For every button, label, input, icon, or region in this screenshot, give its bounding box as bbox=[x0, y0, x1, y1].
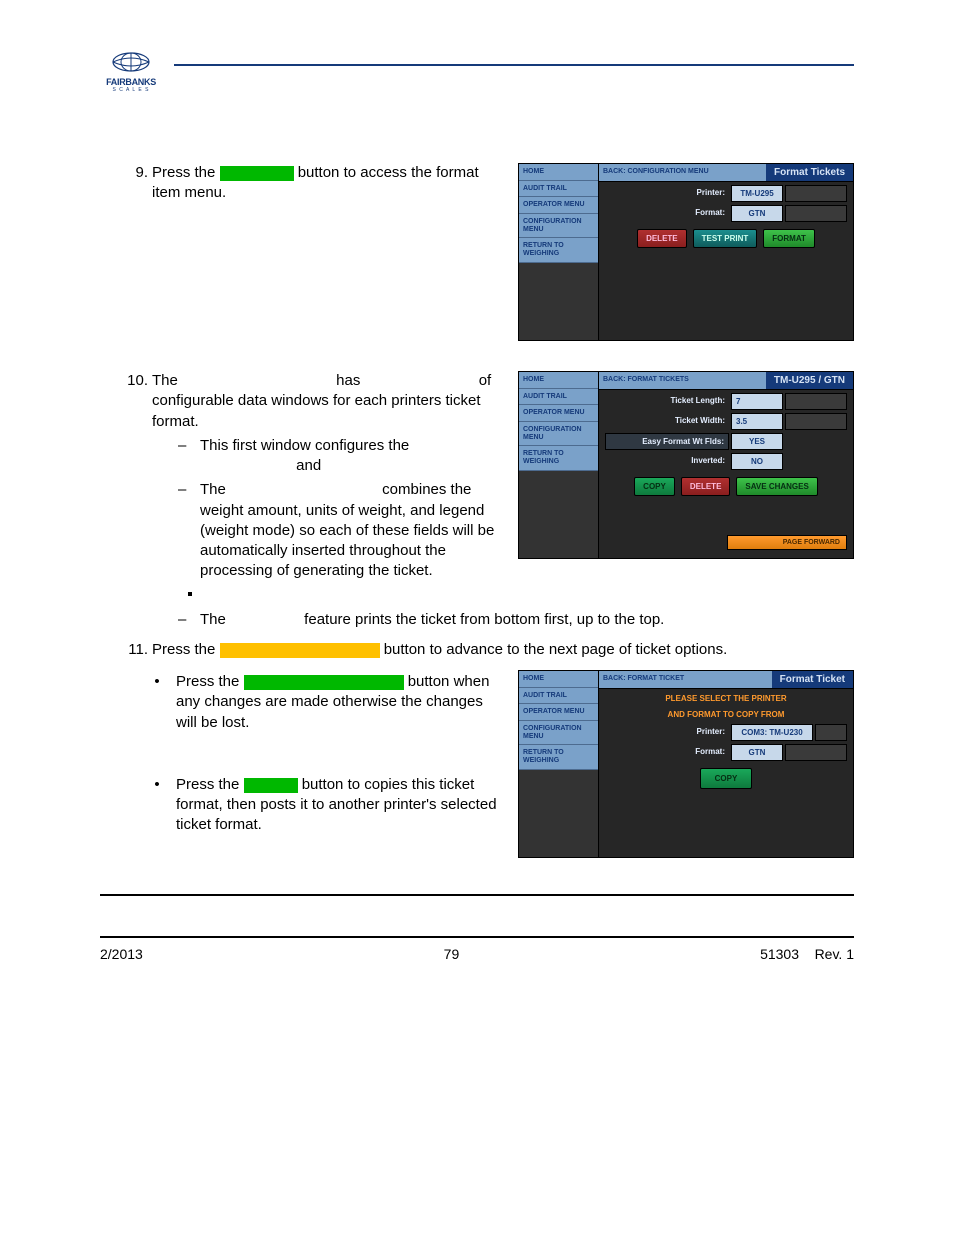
menu-operator[interactable]: OPERATOR MENU bbox=[519, 197, 598, 214]
easy-format-value[interactable]: YES bbox=[731, 433, 783, 450]
ticket-width-value[interactable]: 3.5 bbox=[731, 413, 783, 430]
step-10-sub-1: – This first window configures the and bbox=[178, 436, 502, 477]
format-label: Format: bbox=[605, 205, 729, 222]
printer-label: Printer: bbox=[605, 185, 729, 202]
globe-icon bbox=[109, 48, 153, 72]
step-10-sub-2: – The combines the weight amount, units … bbox=[178, 480, 502, 581]
screen-title: Format Ticket bbox=[772, 671, 853, 688]
width-spacer bbox=[785, 413, 847, 430]
format-button[interactable]: FORMAT bbox=[763, 229, 815, 248]
inverted-value[interactable]: NO bbox=[731, 453, 783, 470]
step-10-sub-3: – The feature prints the ticket from bot… bbox=[178, 610, 854, 630]
menu-configuration[interactable]: CONFIGURATION MENU bbox=[519, 422, 598, 446]
menu-home[interactable]: HOME bbox=[519, 671, 598, 688]
ticket-width-label: Ticket Width: bbox=[605, 413, 729, 430]
footer-doc: 51303 Rev. 1 bbox=[760, 946, 854, 962]
length-spacer bbox=[785, 393, 847, 410]
menu-operator[interactable]: OPERATOR MENU bbox=[519, 405, 598, 422]
format-spacer bbox=[785, 205, 847, 222]
back-button[interactable]: BACK: FORMAT TICKETS bbox=[599, 372, 766, 389]
bullet-save-changes: • Press the button when any changes are … bbox=[150, 672, 502, 733]
header-rule bbox=[174, 64, 854, 66]
printer-spacer bbox=[785, 185, 847, 202]
format-spacer bbox=[785, 744, 847, 761]
menu-return-weighing[interactable]: RETURN TO WEIGHING bbox=[519, 446, 598, 470]
printer-value[interactable]: COM3: TM-U230 bbox=[731, 724, 813, 741]
menu-home[interactable]: HOME bbox=[519, 372, 598, 389]
step-9: 9. Press the button to access the format… bbox=[118, 163, 502, 204]
menu-operator[interactable]: OPERATOR MENU bbox=[519, 704, 598, 721]
printer-spacer bbox=[815, 724, 847, 741]
step-11: 11. Press the button to advance to the n… bbox=[118, 640, 854, 660]
menu-configuration[interactable]: CONFIGURATION MENU bbox=[519, 721, 598, 745]
printer-value[interactable]: TM-U295 bbox=[731, 185, 783, 202]
menu-return-weighing[interactable]: RETURN TO WEIGHING bbox=[519, 238, 598, 262]
copy-msg-1: PLEASE SELECT THE PRINTER bbox=[605, 692, 847, 705]
step-10: 10. The has of configurable data windows… bbox=[118, 371, 502, 432]
menu-configuration[interactable]: CONFIGURATION MENU bbox=[519, 214, 598, 238]
screen-title: TM-U295 / GTN bbox=[766, 372, 853, 389]
menu-home[interactable]: HOME bbox=[519, 164, 598, 181]
format-button-placeholder bbox=[220, 166, 294, 181]
printer-label: Printer: bbox=[605, 724, 729, 741]
ticket-length-label: Ticket Length: bbox=[605, 393, 729, 410]
format-label: Format: bbox=[605, 744, 729, 761]
screenshot-copy-format: HOME AUDIT TRAIL OPERATOR MENU CONFIGURA… bbox=[518, 670, 854, 858]
easy-format-label: Easy Format Wt Flds: bbox=[605, 433, 729, 450]
menu-audit-trail[interactable]: AUDIT TRAIL bbox=[519, 688, 598, 705]
footer-date: 2/2013 bbox=[100, 946, 143, 962]
bottom-rule bbox=[100, 894, 854, 896]
page-header: FAIRBANKS S C A L E S bbox=[100, 48, 854, 93]
page-footer: 2/2013 79 51303 Rev. 1 bbox=[100, 936, 854, 962]
save-changes-button[interactable]: SAVE CHANGES bbox=[736, 477, 817, 496]
page-forward-button[interactable]: PAGE FORWARD bbox=[727, 535, 847, 550]
back-button[interactable]: BACK: FORMAT TICKET bbox=[599, 671, 772, 688]
save-changes-placeholder bbox=[244, 675, 404, 690]
copy-button[interactable]: COPY bbox=[634, 477, 675, 496]
copy-msg-2: AND FORMAT TO COPY FROM bbox=[605, 708, 847, 721]
delete-button[interactable]: DELETE bbox=[681, 477, 731, 496]
page-forward-placeholder bbox=[220, 643, 380, 658]
ticket-length-value[interactable]: 7 bbox=[731, 393, 783, 410]
inverted-label: Inverted: bbox=[605, 453, 729, 470]
menu-audit-trail[interactable]: AUDIT TRAIL bbox=[519, 389, 598, 406]
back-button[interactable]: BACK: CONFIGURATION MENU bbox=[599, 164, 766, 181]
screenshot-format-tickets: HOME AUDIT TRAIL OPERATOR MENU CONFIGURA… bbox=[518, 163, 854, 341]
copy-button-placeholder bbox=[244, 778, 298, 793]
screenshot-format-item: HOME AUDIT TRAIL OPERATOR MENU CONFIGURA… bbox=[518, 371, 854, 559]
tiny-marker bbox=[188, 592, 192, 596]
menu-return-weighing[interactable]: RETURN TO WEIGHING bbox=[519, 745, 598, 769]
screen-title: Format Tickets bbox=[766, 164, 853, 181]
bullet-copy: • Press the button to copies this ticket… bbox=[150, 775, 502, 836]
format-value[interactable]: GTN bbox=[731, 744, 783, 761]
copy-button[interactable]: COPY bbox=[700, 768, 753, 789]
delete-button[interactable]: DELETE bbox=[637, 229, 687, 248]
test-print-button[interactable]: TEST PRINT bbox=[693, 229, 758, 248]
format-value[interactable]: GTN bbox=[731, 205, 783, 222]
fairbanks-logo: FAIRBANKS S C A L E S bbox=[100, 48, 162, 93]
menu-audit-trail[interactable]: AUDIT TRAIL bbox=[519, 181, 598, 198]
footer-page: 79 bbox=[444, 946, 460, 962]
